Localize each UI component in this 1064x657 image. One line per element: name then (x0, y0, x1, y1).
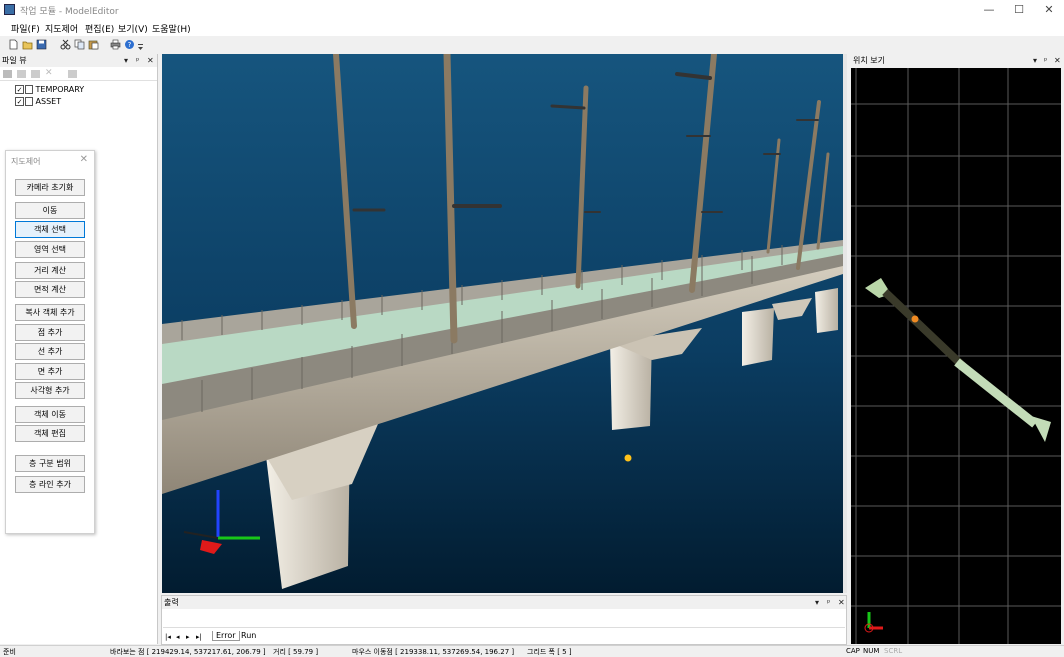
status-cap: CAP (846, 647, 860, 655)
add-floor-line-button[interactable]: 층 라인 추가 (15, 476, 85, 493)
tree-item-temporary[interactable]: ✓ TEMPORARY (15, 85, 84, 94)
toolbar: ? (0, 36, 1064, 54)
menu-bar: 파일(F) 지도제어 편집(E) 보기(V) 도움말(H) (0, 19, 1064, 36)
map-control-panel: 지도제어 ✕ 카메라 초기화 이동 객체 선택 영역 선택 거리 계산 면적 계… (5, 150, 95, 534)
print-icon[interactable] (110, 39, 121, 50)
current-position-marker (911, 315, 919, 323)
window-title: 작업 모듈 - ModelEditor (20, 7, 119, 17)
open-folder-icon[interactable] (22, 39, 33, 50)
move-button[interactable]: 이동 (15, 202, 85, 219)
add-face-button[interactable]: 면 추가 (15, 363, 85, 380)
bridge-scene (162, 54, 843, 593)
minimap-axis-icon (864, 612, 883, 633)
move-object-button[interactable]: 객체 이동 (15, 406, 85, 423)
layer-properties-icon[interactable] (68, 70, 77, 78)
add-rectangle-button[interactable]: 사각형 추가 (15, 382, 85, 399)
distance-calc-button[interactable]: 거리 계산 (15, 262, 85, 279)
edit-object-button[interactable]: 객체 편집 (15, 425, 85, 442)
tree-item-label: ASSET (35, 97, 62, 106)
select-area-button[interactable]: 영역 선택 (15, 241, 85, 258)
output-panel: 출력 ▾ ᵖ ✕ |◂ ◂ ▸ ▸| Error Run (161, 595, 847, 645)
title-bar: 작업 모듈 - ModelEditor — ☐ ✕ (0, 0, 1064, 19)
menu-view[interactable]: 보기(V) (118, 22, 148, 35)
3d-viewport[interactable] (162, 54, 843, 593)
map-control-close-button[interactable]: ✕ (80, 154, 88, 165)
tree-item-label: TEMPORARY (35, 85, 85, 94)
map-control-title: 지도제어 (11, 157, 41, 166)
status-scrl: SCRL (884, 647, 903, 655)
tree-item-asset[interactable]: ✓ ASSET (15, 97, 61, 106)
bridge-footprint (865, 278, 1051, 442)
layer-delete-icon[interactable]: ✕ (45, 68, 53, 78)
layer-add-icon[interactable] (3, 70, 12, 78)
menu-file[interactable]: 파일(F) (11, 22, 40, 35)
pier (742, 308, 774, 366)
help-icon[interactable]: ? (124, 39, 135, 50)
position-view-title: 위치 보기 (853, 56, 885, 65)
panel-pin-button[interactable]: ᵖ (136, 54, 139, 67)
menu-map-control[interactable]: 지도제어 (45, 22, 78, 35)
app-icon (4, 4, 15, 15)
status-bar: 준비 바라보는 점 [ 219429.14, 537217.61, 206.79… (0, 645, 1064, 656)
output-text-area[interactable] (163, 610, 845, 628)
paste-icon[interactable] (88, 39, 99, 50)
tab-run[interactable]: Run (238, 631, 259, 640)
menu-help[interactable]: 도움말(H) (152, 22, 191, 35)
panel-close-button[interactable]: ✕ (838, 596, 845, 609)
panel-close-button[interactable]: ✕ (1054, 54, 1061, 67)
position-minimap[interactable] (851, 68, 1061, 644)
first-tab-button[interactable]: |◂ (165, 633, 171, 641)
pier (815, 288, 838, 333)
panel-dropdown-button[interactable]: ▾ (124, 54, 128, 67)
viewport-scrollbar[interactable] (843, 54, 847, 593)
close-button[interactable]: ✕ (1034, 2, 1064, 17)
maximize-button[interactable]: ☐ (1004, 2, 1034, 17)
cut-icon[interactable] (60, 39, 71, 50)
copy-icon[interactable] (74, 39, 85, 50)
prev-tab-button[interactable]: ◂ (176, 633, 180, 641)
layer-open-icon[interactable] (17, 70, 26, 78)
panel-dropdown-button[interactable]: ▾ (1033, 54, 1037, 67)
minimize-button[interactable]: — (974, 2, 1004, 17)
minimap-canvas (851, 68, 1061, 644)
file-view-title: 파일 뷰 (2, 56, 27, 65)
file-view-toolbar: ✕ (0, 67, 157, 81)
status-num: NUM (863, 647, 880, 655)
overflow-icon[interactable] (137, 39, 144, 50)
svg-text:?: ? (128, 41, 132, 49)
layer-save-icon[interactable] (31, 70, 40, 78)
checkbox-icon[interactable]: ✓ (15, 85, 24, 94)
position-view-panel: 위치 보기 ▾ ᵖ ✕ (848, 54, 1064, 644)
selected-point-marker[interactable] (624, 454, 632, 462)
save-icon[interactable] (36, 39, 47, 50)
position-view-header: 위치 보기 ▾ ᵖ ✕ (848, 54, 1064, 67)
add-point-button[interactable]: 점 추가 (15, 324, 85, 341)
output-header: 출력 ▾ ᵖ ✕ (162, 596, 846, 609)
add-line-button[interactable]: 선 추가 (15, 343, 85, 360)
panel-dropdown-button[interactable]: ▾ (815, 596, 819, 609)
file-view-header: 파일 뷰 ▾ ᵖ ✕ (0, 54, 157, 67)
new-file-icon[interactable] (8, 39, 19, 50)
select-object-button[interactable]: 객체 선택 (15, 221, 85, 238)
document-icon (25, 97, 33, 106)
panel-close-button[interactable]: ✕ (147, 54, 154, 67)
tab-error[interactable]: Error (212, 631, 240, 641)
panel-pin-button[interactable]: ᵖ (1044, 54, 1047, 67)
next-tab-button[interactable]: ▸ (186, 633, 190, 641)
menu-edit[interactable]: 편집(E) (85, 22, 114, 35)
floor-range-button[interactable]: 층 구분 범위 (15, 455, 85, 472)
add-copy-object-button[interactable]: 복사 객체 추가 (15, 304, 85, 321)
area-calc-button[interactable]: 면적 계산 (15, 281, 85, 298)
output-title: 출력 (164, 598, 179, 607)
document-icon (25, 85, 33, 94)
panel-pin-button[interactable]: ᵖ (827, 596, 830, 609)
checkbox-icon[interactable]: ✓ (15, 97, 24, 106)
last-tab-button[interactable]: ▸| (196, 633, 202, 641)
camera-reset-button[interactable]: 카메라 초기화 (15, 179, 85, 196)
